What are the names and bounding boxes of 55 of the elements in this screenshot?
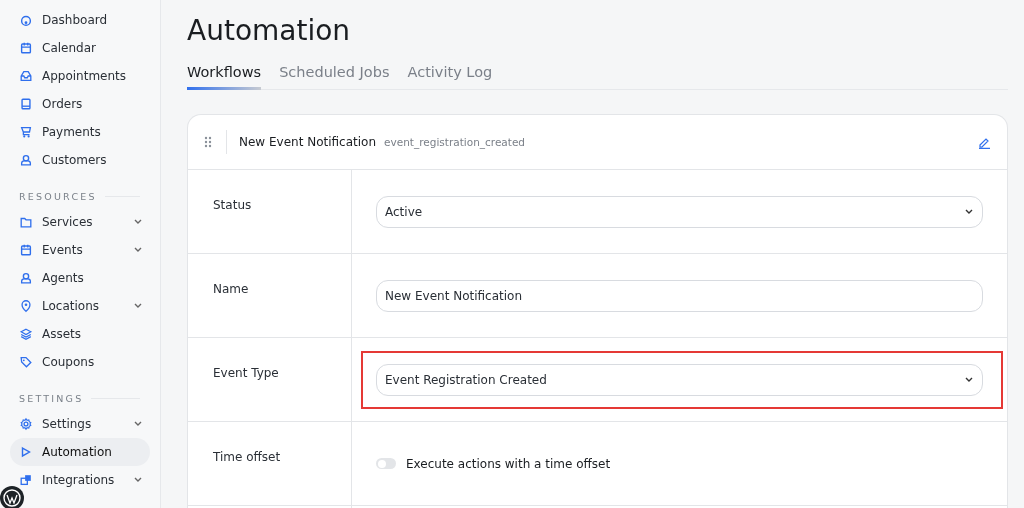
select-field[interactable]: Event Registration Created [376,363,983,396]
sidebar-item[interactable]: Coupons [10,348,150,376]
nav-icon [19,445,33,459]
sidebar-item[interactable]: Calendar [10,34,150,62]
tab[interactable]: Workflows [187,60,262,90]
nav-icon [19,417,33,431]
sidebar-item[interactable]: Payments [10,118,150,146]
sidebar-item[interactable]: Settings [10,410,150,438]
tab[interactable]: Activity Log [407,60,493,90]
nav-icon [19,299,33,313]
select-field[interactable]: Active [376,195,983,228]
nav-icon [19,243,33,257]
sidebar-item[interactable]: Orders [10,90,150,118]
field-label: Time offset [188,422,352,505]
chevron-down-icon [134,219,142,225]
nav-icon [19,355,33,369]
sidebar-item[interactable]: Dashboard [10,6,150,34]
sidebar-item[interactable]: Locations [10,292,150,320]
chevron-down-icon [965,208,973,215]
nav-icon [19,215,33,229]
workflow-name: New Event Notification [239,135,377,149]
field-label: Name [188,254,352,337]
sidebar-item[interactable]: Agents [10,264,150,292]
input-field[interactable]: New Event Notification [376,279,983,312]
drag-handle-icon[interactable] [204,136,212,148]
sidebar-item[interactable]: Customers [10,146,150,174]
nav-icon [19,473,33,487]
chevron-down-icon [134,303,142,309]
toggle-label: Execute actions with a time offset [406,456,611,471]
chevron-down-icon [134,421,142,427]
nav-icon [19,41,33,55]
tab[interactable]: Scheduled Jobs [279,60,390,90]
sidebar-item[interactable]: Events [10,236,150,264]
chevron-down-icon [965,376,973,383]
section-heading: RESOURCES [19,190,97,202]
chevron-down-icon [134,247,142,253]
sidebar-item[interactable]: Assets [10,320,150,348]
field-label: Event Type [188,338,352,421]
section-heading: SETTINGS [19,392,84,404]
nav-icon [19,271,33,285]
toggle-switch[interactable] [376,458,396,469]
sidebar-item[interactable]: Integrations [10,466,150,494]
nav-icon [19,69,33,83]
page-title: Automation [187,14,352,49]
nav-icon [19,97,33,111]
trigger-key: event_registration_created [384,136,978,148]
sidebar-item[interactable]: Services [10,208,150,236]
nav-icon [19,153,33,167]
chevron-down-icon [134,477,142,483]
nav-icon [19,327,33,341]
field-label: Status [188,170,352,253]
nav-icon [19,13,33,27]
nav-icon [19,125,33,139]
sidebar-item[interactable]: Automation [10,438,150,466]
sidebar-item[interactable]: Appointments [10,62,150,90]
